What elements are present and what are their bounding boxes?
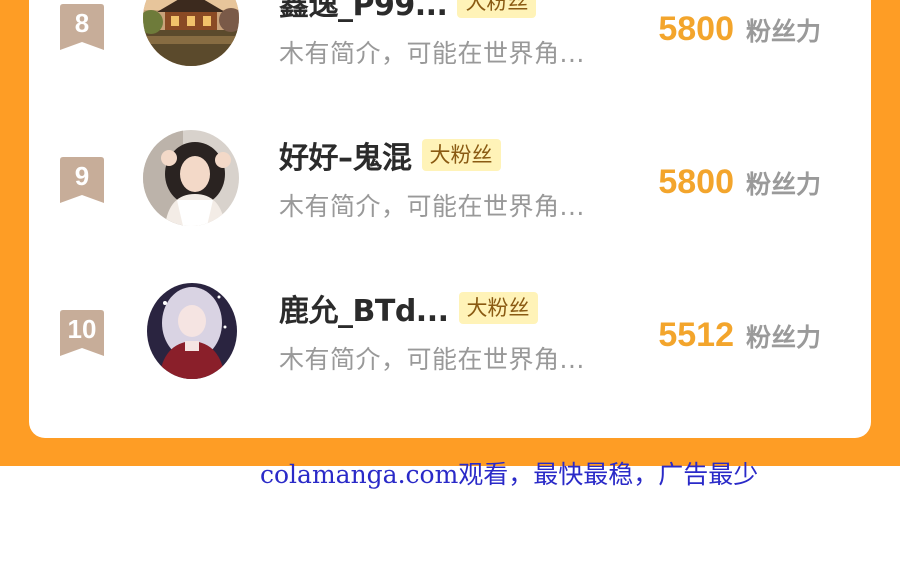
score-unit-label: 粉丝力: [745, 17, 821, 46]
user-name[interactable]: 好好–鬼混: [279, 133, 412, 177]
rank-number: 10: [67, 314, 97, 344]
score-value: 5800: [658, 10, 734, 48]
leaderboard-card: 8 鑫逸_P99... 大粉丝 木有简介，可能在世界角... 5800 粉丝力 …: [29, 0, 871, 438]
score-value: 5800: [658, 163, 734, 201]
user-name-line: 鑫逸_P99... 大粉丝: [279, 0, 537, 24]
user-name-line: 好好–鬼混 大粉丝: [279, 133, 501, 177]
anime-girl-avatar[interactable]: [147, 283, 237, 379]
site-watermark-link[interactable]: colamanga.com观看，最快最稳，广告最少: [260, 455, 758, 491]
user-bio: 木有简介，可能在世界角...: [279, 39, 585, 68]
girl-photo-avatar[interactable]: [143, 130, 239, 226]
pavilion-avatar[interactable]: [143, 0, 239, 66]
leaderboard-row-9[interactable]: 9 好好–鬼混 大粉丝 木有简介，可能在世界角... 5800 粉丝力: [29, 123, 871, 243]
fan-level-badge: 大粉丝: [457, 0, 537, 18]
score-value: 5512: [658, 316, 734, 354]
user-name[interactable]: 鑫逸_P99...: [279, 0, 448, 24]
rank-badge-icon: 10: [60, 310, 104, 356]
fan-level-badge: 大粉丝: [421, 139, 501, 171]
user-name-line: 鹿允_BTd... 大粉丝: [279, 286, 538, 330]
fan-power-score: 5800 粉丝力: [658, 10, 821, 49]
rank-badge-icon: 8: [60, 4, 104, 50]
user-name[interactable]: 鹿允_BTd...: [279, 286, 449, 330]
user-bio: 木有简介，可能在世界角...: [279, 345, 585, 374]
score-unit-label: 粉丝力: [745, 170, 821, 199]
rank-badge-icon: 9: [60, 157, 104, 203]
leaderboard-row-8[interactable]: 8 鑫逸_P99... 大粉丝 木有简介，可能在世界角... 5800 粉丝力: [29, 0, 871, 90]
rank-number: 9: [74, 161, 90, 191]
score-unit-label: 粉丝力: [745, 323, 821, 352]
rank-number: 8: [74, 8, 90, 38]
fan-level-badge: 大粉丝: [458, 292, 538, 324]
leaderboard-row-10[interactable]: 10 鹿允_BTd... 大粉丝 木有简介，可能在世界角... 5512 粉丝力: [29, 276, 871, 396]
user-bio: 木有简介，可能在世界角...: [279, 192, 585, 221]
fan-power-score: 5512 粉丝力: [658, 316, 821, 355]
fan-power-score: 5800 粉丝力: [658, 163, 821, 202]
